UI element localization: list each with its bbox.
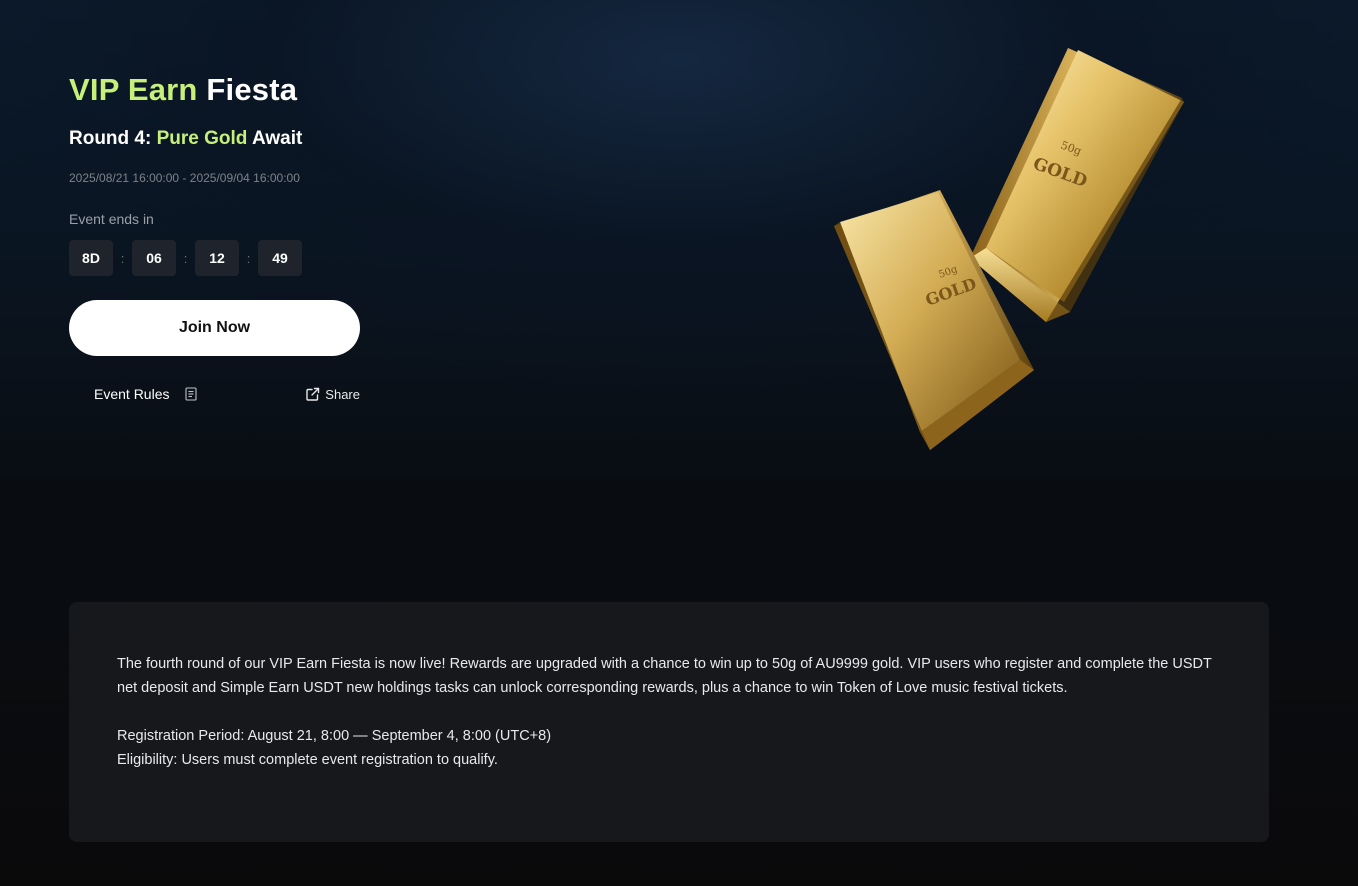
eligibility-text: Eligibility: Users must complete event r… [117, 752, 498, 768]
hero-section: VIP Earn Fiesta Round 4: Pure Gold Await… [69, 70, 369, 404]
join-now-button[interactable]: Join Now [69, 300, 360, 356]
share-link[interactable]: Share [305, 387, 360, 402]
subtitle-prefix: Round 4: [69, 128, 152, 149]
countdown-seconds: 49 [258, 240, 302, 276]
countdown-separator: : [120, 250, 125, 266]
countdown-hours: 06 [132, 240, 176, 276]
countdown-minutes: 12 [195, 240, 239, 276]
subtitle-accent: Pure Gold [156, 128, 248, 149]
share-label: Share [325, 386, 360, 402]
countdown-separator: : [183, 250, 188, 266]
page-title: VIP Earn Fiesta [69, 70, 369, 110]
registration-period: Registration Period: August 21, 8:00 — S… [117, 728, 552, 744]
share-icon [305, 387, 320, 402]
countdown-separator: : [246, 250, 251, 266]
gold-bars-image: 50g GOLD 50g GOLD [820, 40, 1200, 460]
document-icon [185, 387, 198, 401]
event-ends-label: Event ends in [69, 211, 154, 227]
event-rules-link[interactable]: Event Rules [94, 386, 198, 402]
countdown-days: 8D [69, 240, 113, 276]
title-accent: VIP Earn [69, 72, 198, 107]
event-description-card: The fourth round of our VIP Earn Fiesta … [69, 602, 1269, 842]
title-rest: Fiesta [206, 72, 298, 107]
gold-bar-back: 50g GOLD [970, 48, 1184, 322]
page: VIP Earn Fiesta Round 4: Pure Gold Await… [0, 0, 1358, 886]
countdown-timer: 8D : 06 : 12 : 49 [69, 240, 369, 276]
round-subtitle: Round 4: Pure Gold Await [69, 125, 369, 153]
description-paragraph: The fourth round of our VIP Earn Fiesta … [117, 656, 1212, 696]
event-rules-label: Event Rules [94, 386, 170, 402]
subtitle-suffix: Await [251, 128, 303, 149]
hero-links: Event Rules Share [69, 384, 360, 404]
event-date-range: 2025/08/21 16:00:00 - 2025/09/04 16:00:0… [69, 171, 300, 185]
